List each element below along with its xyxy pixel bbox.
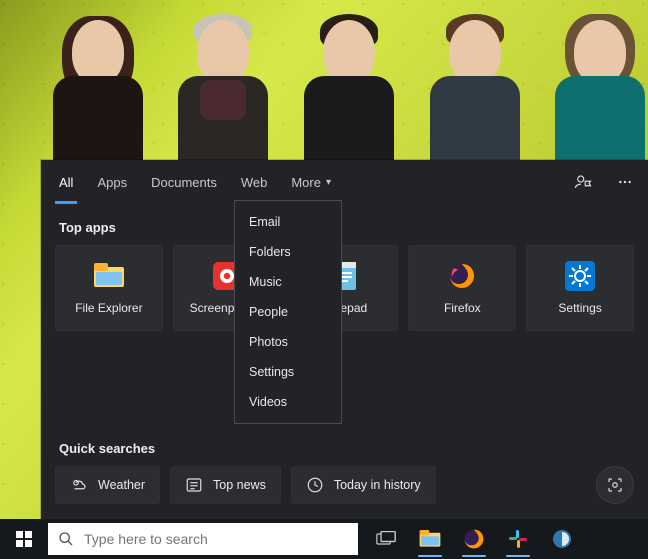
wallpaper-figures [40, 0, 648, 170]
screenshot-search-button[interactable] [596, 466, 634, 504]
search-input[interactable] [84, 531, 348, 547]
tab-more-label: More [291, 175, 321, 190]
start-button[interactable] [0, 519, 48, 559]
app-tile-firefox[interactable]: Firefox [408, 245, 516, 331]
task-view-button[interactable] [364, 519, 408, 559]
weather-icon [70, 476, 88, 494]
app-tile-file-explorer[interactable]: File Explorer [55, 245, 163, 331]
chip-label: Weather [98, 478, 145, 492]
settings-icon [565, 261, 595, 291]
taskbar-app-file-explorer[interactable] [408, 519, 452, 559]
quick-weather[interactable]: Weather [55, 466, 160, 504]
firefox-icon [447, 261, 477, 291]
quick-searches-heading: Quick searches [55, 441, 634, 456]
top-apps-row: File Explorer Screenpresso Notepad Firef… [41, 245, 648, 331]
tab-documents[interactable]: Documents [139, 160, 229, 204]
chip-label: Today in history [334, 478, 421, 492]
app-label: Firefox [444, 301, 481, 315]
more-dropdown: Email Folders Music People Photos Settin… [234, 200, 342, 424]
quick-today-in-history[interactable]: Today in history [291, 466, 436, 504]
chip-label: Top news [213, 478, 266, 492]
more-item-videos[interactable]: Videos [235, 387, 341, 417]
search-icon [58, 531, 74, 547]
tab-apps[interactable]: Apps [85, 160, 139, 204]
more-item-settings[interactable]: Settings [235, 357, 341, 387]
top-apps-heading: Top apps [41, 204, 648, 245]
search-tabs: All Apps Documents Web More ▾ [41, 160, 648, 204]
tab-all[interactable]: All [47, 160, 85, 204]
taskbar-app-generic[interactable] [540, 519, 584, 559]
news-icon [185, 476, 203, 494]
options-icon[interactable] [608, 165, 642, 199]
more-item-photos[interactable]: Photos [235, 327, 341, 357]
app-label: Settings [558, 301, 601, 315]
taskbar-icons [364, 519, 584, 559]
tab-web[interactable]: Web [229, 160, 280, 204]
taskbar-search[interactable] [48, 523, 358, 555]
taskbar [0, 519, 648, 559]
chevron-down-icon: ▾ [326, 177, 331, 188]
more-item-folders[interactable]: Folders [235, 237, 341, 267]
quick-top-news[interactable]: Top news [170, 466, 281, 504]
history-icon [306, 476, 324, 494]
tab-more[interactable]: More ▾ [279, 160, 343, 204]
feedback-icon[interactable] [566, 165, 600, 199]
quick-searches-section: Quick searches Weather Top news Today in… [41, 441, 648, 504]
more-item-email[interactable]: Email [235, 207, 341, 237]
more-item-people[interactable]: People [235, 297, 341, 327]
more-item-music[interactable]: Music [235, 267, 341, 297]
taskbar-app-firefox[interactable] [452, 519, 496, 559]
search-panel: All Apps Documents Web More ▾ Top apps F… [41, 160, 648, 520]
app-label: File Explorer [75, 301, 142, 315]
app-tile-settings[interactable]: Settings [526, 245, 634, 331]
file-explorer-icon [94, 261, 124, 291]
taskbar-app-slack[interactable] [496, 519, 540, 559]
